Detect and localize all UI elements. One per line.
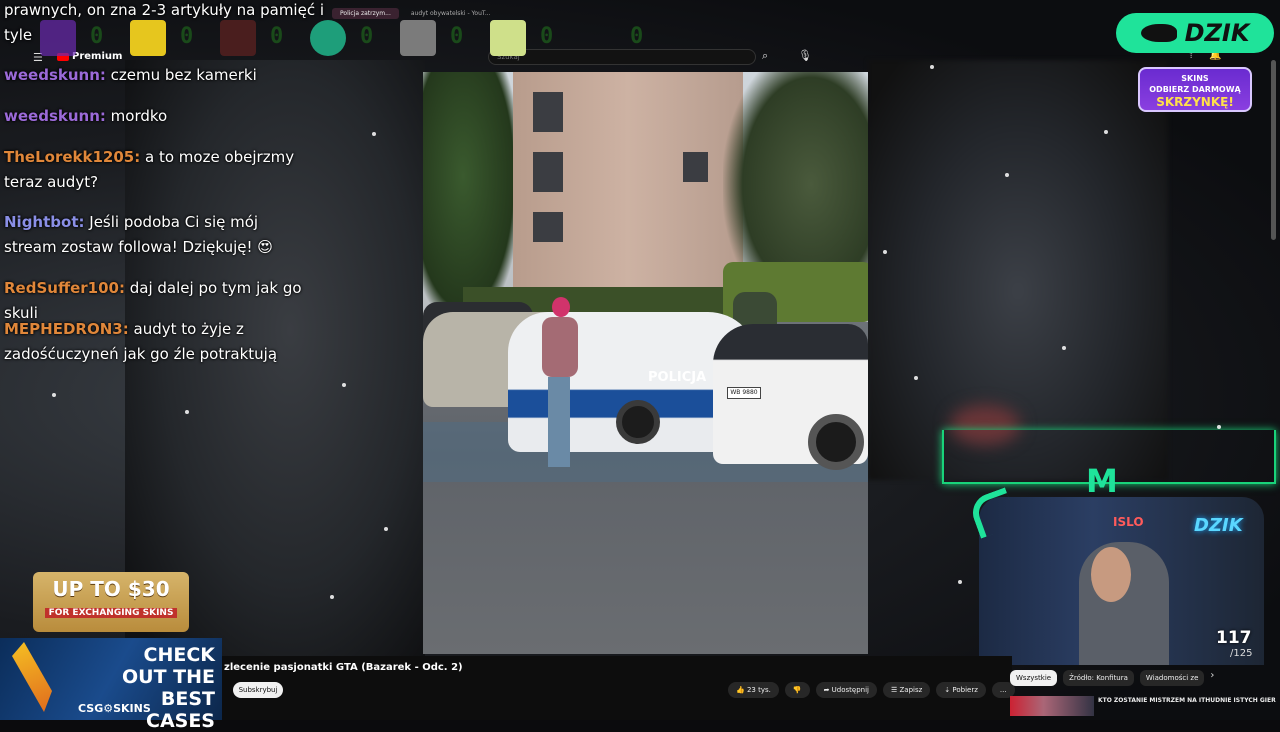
sub-count: 117	[1216, 628, 1252, 648]
snowflake	[372, 132, 376, 136]
block-icon	[400, 20, 436, 56]
like-button[interactable]: 👍 23 tys.	[728, 682, 779, 698]
counter: 0	[630, 24, 644, 49]
snowflake	[883, 250, 887, 254]
snowflake	[1005, 173, 1009, 177]
microphone-icon[interactable]: 🎙	[798, 49, 812, 62]
counter: 0	[210, 18, 300, 58]
snowflake	[384, 527, 388, 531]
chat-username[interactable]: RedSuffer100:	[4, 279, 125, 297]
snowflake	[1217, 425, 1221, 429]
person-pink-hat	[538, 297, 582, 477]
snowflake	[1104, 130, 1108, 134]
promo-banner[interactable]: SKINS ODBIERZ DARMOWĄ SKRZYNKĘ!	[1138, 67, 1252, 112]
cases-ad[interactable]: CHECK OUT THE BEST CASES CSG⚙SKINS	[0, 638, 222, 732]
block-icon	[310, 20, 346, 56]
chat-message: MEPHEDRON3: audyt to żyje z zadośćuczyne…	[4, 320, 278, 363]
filter-chip[interactable]: Wiadomości ze	[1139, 670, 1205, 686]
chat-message: weedskunn: mordko	[4, 107, 168, 125]
boar-icon	[1140, 24, 1177, 42]
scrollbar[interactable]	[1271, 60, 1276, 240]
skins-ad[interactable]: UP TO $30 FOR EXCHANGING SKINS	[33, 572, 189, 632]
chat-username[interactable]: Nightbot:	[4, 213, 85, 231]
snowflake	[330, 595, 334, 599]
block-icon	[40, 20, 76, 56]
block-icon	[220, 20, 256, 56]
counter: 0	[120, 18, 210, 58]
snowflake	[930, 65, 934, 69]
chevron-right-icon[interactable]: ›	[1210, 670, 1214, 686]
block-icon	[130, 20, 166, 56]
apartment-building	[513, 72, 743, 302]
counter: 0	[30, 18, 120, 58]
counter: 0	[390, 18, 480, 58]
subscribe-button[interactable]: Subskrybuj	[233, 682, 283, 698]
counter: 0	[300, 18, 390, 58]
snowflake	[1062, 346, 1066, 350]
blurred-background-right	[868, 60, 1168, 480]
block-icon	[490, 20, 526, 56]
next-video-thumbnail[interactable]	[1010, 696, 1094, 716]
filter-chip[interactable]: Wszystkie	[1010, 670, 1058, 686]
chat-message: Nightbot: Jeśli podoba Ci się mój stream…	[4, 213, 273, 256]
snowflake	[958, 580, 962, 584]
chat-username[interactable]: weedskunn:	[4, 66, 106, 84]
video-player[interactable]: POLICJA WB 9880	[423, 72, 868, 654]
snowflake	[342, 383, 346, 387]
related-filters: Wszystkie Źródło: Konfitura Wiadomości z…	[1010, 670, 1214, 686]
counter: 0	[480, 18, 570, 58]
chat-username[interactable]: MEPHEDRON3:	[4, 320, 129, 338]
save-button[interactable]: ☰ Zapisz	[883, 682, 931, 698]
download-button[interactable]: ⇣ Pobierz	[936, 682, 986, 698]
filter-chip[interactable]: Źródło: Konfitura	[1063, 670, 1134, 686]
chat-username[interactable]: TheLorekk1205:	[4, 148, 140, 166]
chat-message: weedskunn: czemu bez kamerki	[4, 66, 257, 84]
chat-username[interactable]: weedskunn:	[4, 107, 106, 125]
search-icon[interactable]: ⌕	[762, 49, 768, 63]
m-logo: M	[1086, 462, 1118, 500]
dzik-logo: DZIK	[1116, 13, 1274, 53]
knife-icon	[12, 642, 52, 712]
video-actions: 👍 23 tys. 👎 ➦ Udostępnij ☰ Zapisz ⇣ Pobi…	[728, 682, 1015, 698]
video-title: zlecenie pasjonatki GTA (Bazarek - Odc. …	[224, 662, 463, 673]
white-car: WB 9880	[713, 324, 868, 470]
neon-sign: DZIK	[1194, 515, 1243, 536]
share-button[interactable]: ➦ Udostępnij	[815, 682, 877, 698]
dislike-button[interactable]: 👎	[784, 682, 810, 698]
next-video-title[interactable]: KTO ZOSTANIE MISTRZEM NA ITHUDNIE ISTYCH…	[1098, 697, 1276, 705]
snowflake	[52, 393, 56, 397]
block-counters: 0 0 0 0 0 0 0	[30, 18, 660, 58]
snowflake	[914, 376, 918, 380]
sub-goal: /125	[1230, 648, 1253, 659]
chat-message: TheLorekk1205: a to moze obejrzmy teraz …	[4, 148, 295, 191]
snowflake	[185, 410, 189, 414]
